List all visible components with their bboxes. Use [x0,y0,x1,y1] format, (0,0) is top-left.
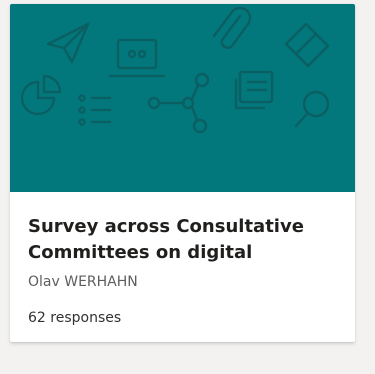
ticket-icon [284,22,330,68]
document-icon [234,70,274,110]
paperclip-icon [212,6,252,49]
share-icon [147,72,210,134]
list-icon [78,94,112,126]
pie-chart-icon [20,74,62,116]
card-title[interactable]: Survey across Consultative Committees on… [28,214,346,266]
form-card[interactable]: Survey across Consultative Committees on… [10,4,355,342]
card-banner [10,4,355,192]
search-icon [294,90,330,128]
paper-plane-icon [46,22,90,64]
response-count: 62 responses [28,310,122,326]
card-owner: Olav WERHAHN [28,274,138,290]
laptop-icon [108,38,166,78]
